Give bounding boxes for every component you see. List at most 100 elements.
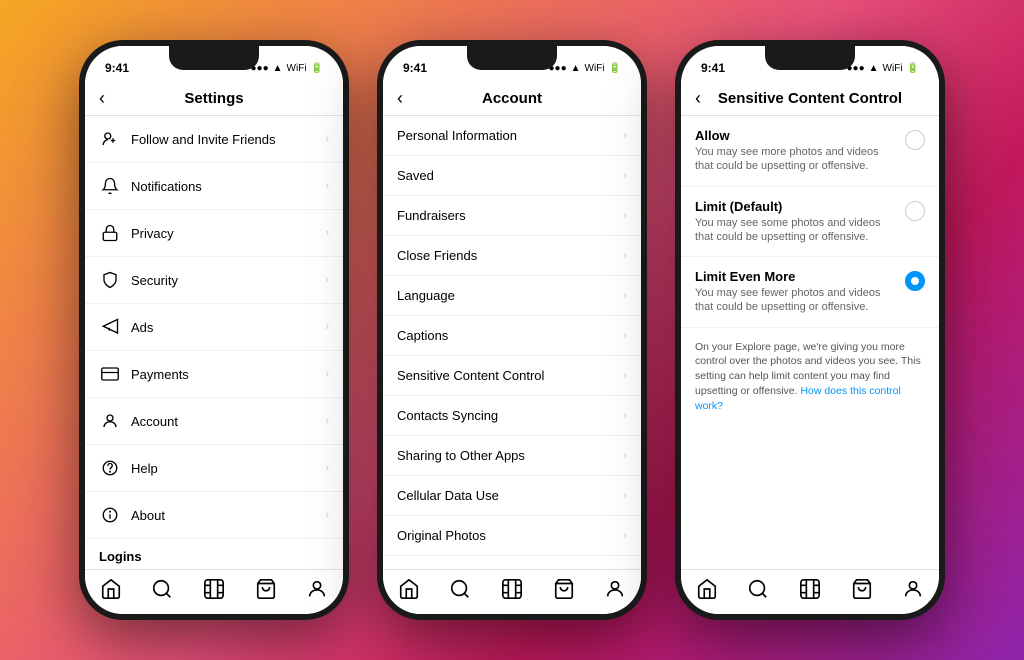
option-limit-title: Limit (Default)	[695, 199, 897, 214]
settings-item-label: Help	[131, 461, 325, 476]
chevron-icon: ›	[623, 530, 627, 542]
account-item-personal[interactable]: Personal Information ›	[383, 116, 641, 156]
account-item-captions[interactable]: Captions ›	[383, 316, 641, 356]
chevron-icon: ›	[623, 290, 627, 302]
shield-icon	[99, 269, 121, 291]
phone-sensitive: 9:41 ●●● ▲ WiFi 🔋 ‹ Sensitive Content Co…	[675, 40, 945, 620]
logins-section: Logins Add Account Log Out	[85, 539, 343, 569]
account-item-close-friends[interactable]: Close Friends ›	[383, 236, 641, 276]
megaphone-icon	[99, 316, 121, 338]
settings-title: Settings	[184, 90, 243, 107]
settings-item-about[interactable]: About ›	[85, 492, 343, 539]
account-item-verification[interactable]: Request Verification ›	[383, 556, 641, 569]
settings-item-label: Ads	[131, 320, 325, 335]
option-limit-more-title: Limit Even More	[695, 269, 897, 284]
search-tab-icon[interactable]	[747, 578, 769, 600]
settings-item-label: Follow and Invite Friends	[131, 132, 325, 147]
account-item-label: Cellular Data Use	[397, 488, 623, 503]
account-item-label: Sharing to Other Apps	[397, 448, 623, 463]
sensitive-note: On your Explore page, we're giving you m…	[681, 328, 939, 425]
settings-back-button[interactable]: ‹	[99, 88, 105, 109]
account-item-contacts[interactable]: Contacts Syncing ›	[383, 396, 641, 436]
notch	[765, 46, 855, 70]
account-item-label: Saved	[397, 168, 623, 183]
account-back-button[interactable]: ‹	[397, 88, 403, 109]
person-add-icon	[99, 128, 121, 150]
chevron-icon: ›	[325, 415, 329, 427]
option-limit-more[interactable]: Limit Even More You may see fewer photos…	[681, 257, 939, 328]
profile-tab-icon[interactable]	[902, 578, 924, 600]
chevron-icon: ›	[325, 462, 329, 474]
search-tab-icon[interactable]	[151, 578, 173, 600]
account-item-original-photos[interactable]: Original Photos ›	[383, 516, 641, 556]
chevron-icon: ›	[325, 180, 329, 192]
chevron-icon: ›	[325, 133, 329, 145]
account-item-cellular[interactable]: Cellular Data Use ›	[383, 476, 641, 516]
profile-tab-icon[interactable]	[306, 578, 328, 600]
sensitive-back-button[interactable]: ‹	[695, 88, 701, 109]
profile-tab-icon[interactable]	[604, 578, 626, 600]
chevron-icon: ›	[325, 509, 329, 521]
account-item-label: Captions	[397, 328, 623, 343]
option-allow-title: Allow	[695, 128, 897, 143]
settings-item-ads[interactable]: Ads ›	[85, 304, 343, 351]
account-item-fundraisers[interactable]: Fundraisers ›	[383, 196, 641, 236]
status-icons-account: ●●● ▲ WiFi 🔋	[549, 63, 621, 74]
option-allow-desc: You may see more photos and videos that …	[695, 145, 897, 174]
settings-item-label: Privacy	[131, 226, 325, 241]
settings-item-label: Account	[131, 414, 325, 429]
person-icon	[99, 410, 121, 432]
account-item-label: Fundraisers	[397, 208, 623, 223]
settings-item-follow[interactable]: Follow and Invite Friends ›	[85, 116, 343, 163]
chevron-icon: ›	[623, 130, 627, 142]
option-limit-more-radio[interactable]	[905, 271, 925, 291]
chevron-icon: ›	[623, 490, 627, 502]
phone-settings: 9:41 ●●● ▲ WiFi 🔋 ‹ Settings Follow and …	[79, 40, 349, 620]
creditcard-icon	[99, 363, 121, 385]
reels-tab-icon[interactable]	[501, 578, 523, 600]
bell-icon	[99, 175, 121, 197]
shop-tab-icon[interactable]	[553, 578, 575, 600]
status-time-sensitive: 9:41	[701, 61, 725, 75]
settings-item-notifications[interactable]: Notifications ›	[85, 163, 343, 210]
lock-icon	[99, 222, 121, 244]
account-item-language[interactable]: Language ›	[383, 276, 641, 316]
settings-item-payments[interactable]: Payments ›	[85, 351, 343, 398]
status-icons-settings: ●●● ▲ WiFi 🔋	[251, 63, 323, 74]
settings-item-help[interactable]: Help ›	[85, 445, 343, 492]
option-limit-radio[interactable]	[905, 201, 925, 221]
account-item-sensitive[interactable]: Sensitive Content Control ›	[383, 356, 641, 396]
settings-item-label: Payments	[131, 367, 325, 382]
account-item-label: Personal Information	[397, 128, 623, 143]
settings-item-label: Notifications	[131, 179, 325, 194]
settings-item-privacy[interactable]: Privacy ›	[85, 210, 343, 257]
account-item-label: Sensitive Content Control	[397, 368, 623, 383]
settings-item-security[interactable]: Security ›	[85, 257, 343, 304]
home-tab-icon[interactable]	[100, 578, 122, 600]
account-tab-bar	[383, 569, 641, 614]
option-allow-radio[interactable]	[905, 130, 925, 150]
shop-tab-icon[interactable]	[851, 578, 873, 600]
account-item-label: Contacts Syncing	[397, 408, 623, 423]
reels-tab-icon[interactable]	[799, 578, 821, 600]
option-allow[interactable]: Allow You may see more photos and videos…	[681, 116, 939, 187]
info-icon	[99, 504, 121, 526]
chevron-icon: ›	[325, 274, 329, 286]
shop-tab-icon[interactable]	[255, 578, 277, 600]
home-tab-icon[interactable]	[696, 578, 718, 600]
chevron-icon: ›	[623, 410, 627, 422]
status-icons-sensitive: ●●● ▲ WiFi 🔋	[847, 63, 919, 74]
option-limit-more-text: Limit Even More You may see fewer photos…	[695, 269, 897, 315]
account-item-saved[interactable]: Saved ›	[383, 156, 641, 196]
chevron-icon: ›	[623, 450, 627, 462]
account-item-sharing[interactable]: Sharing to Other Apps ›	[383, 436, 641, 476]
chevron-icon: ›	[623, 370, 627, 382]
sensitive-tab-bar	[681, 569, 939, 614]
sensitive-nav-bar: ‹ Sensitive Content Control	[681, 82, 939, 116]
chevron-icon: ›	[325, 368, 329, 380]
home-tab-icon[interactable]	[398, 578, 420, 600]
option-limit-default[interactable]: Limit (Default) You may see some photos …	[681, 187, 939, 258]
search-tab-icon[interactable]	[449, 578, 471, 600]
settings-item-account[interactable]: Account ›	[85, 398, 343, 445]
reels-tab-icon[interactable]	[203, 578, 225, 600]
